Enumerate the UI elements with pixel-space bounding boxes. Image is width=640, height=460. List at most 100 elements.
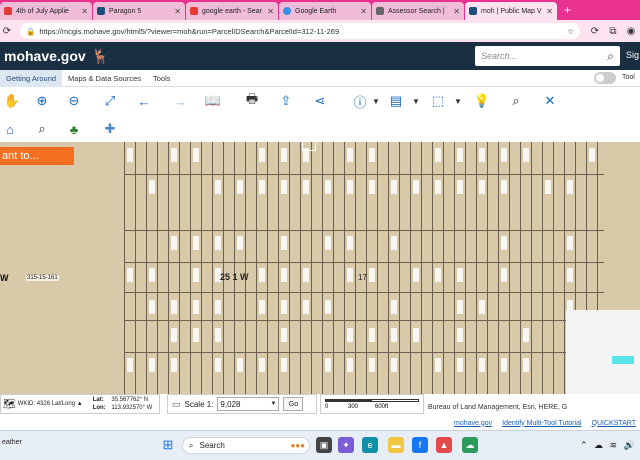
measure-dropdown-icon[interactable]: ▼ <box>406 91 426 111</box>
export-icon[interactable]: ⇪ <box>276 91 296 111</box>
parcel-id-label <box>281 268 287 282</box>
site-header: mohave.gov 🦌 Search... ⌕ Sig <box>0 42 640 70</box>
mohave-gov-link[interactable]: mohave.gov <box>454 420 492 427</box>
parcel-id-label <box>215 328 221 342</box>
clear-icon[interactable]: ✕ <box>540 91 560 111</box>
plus-move-icon[interactable]: ✚ <box>100 119 120 139</box>
tab-close-icon[interactable]: ✕ <box>360 7 367 16</box>
parcel-column <box>245 142 256 394</box>
parcel-id-label <box>171 358 177 372</box>
i-want-to-button[interactable]: ant to... <box>0 147 74 165</box>
measure-icon[interactable]: ▤ <box>386 91 406 111</box>
overview-panel[interactable] <box>566 310 640 394</box>
parcel-id-label <box>369 268 375 282</box>
tab-tools[interactable]: Tools <box>147 70 177 87</box>
find-icon[interactable]: ⌕ <box>506 91 526 111</box>
left-parcel-label: 315-15-161 <box>26 275 59 281</box>
parcel-id-label <box>303 268 309 282</box>
parcel-id-label <box>127 358 133 372</box>
pan-hand-icon[interactable]: ✋ <box>2 91 22 111</box>
copilot-icon[interactable]: ✦ <box>338 437 354 453</box>
photos-icon[interactable]: ▲ <box>436 437 452 453</box>
overview-extent[interactable] <box>612 356 634 364</box>
parcel-id-label <box>457 300 463 314</box>
select-icon[interactable]: ⬚ <box>428 91 448 111</box>
tab-close-icon[interactable]: ✕ <box>174 7 181 16</box>
township-label: 25 1 W <box>220 272 249 282</box>
parcel-row-line <box>124 230 604 231</box>
tree-icon[interactable]: ♣ <box>64 119 84 139</box>
profile-icon[interactable]: ◉ <box>622 26 640 37</box>
app-icon[interactable]: ☁ <box>462 437 478 453</box>
zoom-in-icon[interactable]: ⊕ <box>32 91 52 111</box>
next-extent-icon[interactable]: → <box>170 91 190 111</box>
full-extent-icon[interactable]: ⤢ <box>100 91 120 111</box>
browser-tab[interactable]: 4th of July Applie ✕ <box>0 2 92 20</box>
star-icon[interactable]: ☆ <box>567 27 574 36</box>
parcel-id-label <box>215 300 221 314</box>
parcel-id-label <box>259 268 265 282</box>
tab-close-icon[interactable]: ✕ <box>546 7 553 16</box>
bookmarks-icon[interactable]: 📖 <box>203 91 223 111</box>
previous-extent-icon[interactable]: ← <box>134 91 154 111</box>
parcel-id-label <box>501 180 507 194</box>
browser-tab[interactable]: Paragon 5 ✕ <box>93 2 185 20</box>
system-tray[interactable]: ⌃ ☁ ≋ 🔊 <box>580 440 637 451</box>
parcel-id-label <box>501 358 507 372</box>
quickstart-link[interactable]: QUICKSTART <box>592 420 636 427</box>
selected-parcel-outline[interactable] <box>302 121 316 151</box>
parcel-id-label <box>237 236 243 250</box>
parcel-id-label <box>347 358 353 372</box>
parcel-column <box>421 142 432 394</box>
share-icon[interactable]: ⋖ <box>310 91 330 111</box>
edge-icon[interactable]: e <box>362 437 378 453</box>
parcel-id-label <box>391 180 397 194</box>
parcel-id-label <box>391 328 397 342</box>
section-label: 17 <box>358 273 367 282</box>
weather-widget[interactable]: eather <box>2 439 22 446</box>
scale-input[interactable]: 9,028 ▼ <box>217 397 279 411</box>
identify-dropdown-icon[interactable]: ▼ <box>366 91 386 111</box>
site-logo[interactable]: mohave.gov <box>4 48 86 64</box>
collections-icon[interactable]: ⧉ <box>604 26 622 37</box>
site-search-input[interactable]: Search... ⌕ <box>475 46 620 66</box>
zoom-out-icon[interactable]: ⊖ <box>64 91 84 111</box>
file-explorer-icon[interactable]: ▬ <box>388 437 404 453</box>
tab-getting-around[interactable]: Getting Around <box>0 70 62 87</box>
home-tool-icon[interactable]: ⌂ <box>0 119 20 139</box>
parcel-id-label <box>281 148 287 162</box>
parcel-id-label <box>501 236 507 250</box>
parcel-id-label <box>193 148 199 162</box>
search-icon[interactable]: ⌕ <box>607 49 614 64</box>
sign-in-link[interactable]: Sig <box>626 50 639 60</box>
extensions-icon[interactable]: ⟳ <box>586 26 604 37</box>
taskbar-search[interactable]: ⌕ Search ●●● <box>182 437 310 454</box>
print-icon[interactable]: 🖶 <box>242 91 262 111</box>
browser-tab[interactable]: google earth - Sear ✕ <box>186 2 278 20</box>
tool-toggle[interactable] <box>594 72 616 84</box>
browser-tab-active[interactable]: moh | Public Map V ✕ <box>465 2 557 20</box>
parcel-column <box>333 142 344 394</box>
zoom-window-icon[interactable]: ⌕ <box>32 119 52 139</box>
browser-tab[interactable]: Assessor Search | ✕ <box>372 2 464 20</box>
identify-tutorial-link[interactable]: Identify Multi-Tool Tutorial <box>502 420 581 427</box>
tab-close-icon[interactable]: ✕ <box>453 7 460 16</box>
windows-start-icon[interactable]: ⊞ <box>160 437 176 453</box>
scale-go-button[interactable]: Go <box>283 397 303 411</box>
reload-icon[interactable]: ⟳ <box>0 26 14 37</box>
parcel-column <box>553 142 564 394</box>
map-canvas[interactable] <box>0 142 640 394</box>
parcel-column <box>355 142 366 394</box>
facebook-icon[interactable]: f <box>412 437 428 453</box>
task-view-icon[interactable]: ▣ <box>316 437 332 453</box>
tab-close-icon[interactable]: ✕ <box>267 7 274 16</box>
url-field[interactable]: 🔒 https://mcgis.mohave.gov/html5/?viewer=… <box>20 23 580 39</box>
browser-tab[interactable]: Google Earth ✕ <box>279 2 371 20</box>
new-tab-button[interactable]: + <box>564 3 571 17</box>
select-dropdown-icon[interactable]: ▼ <box>448 91 468 111</box>
parcel-id-label <box>457 328 463 342</box>
tab-maps-data-sources[interactable]: Maps & Data Sources <box>62 70 147 87</box>
tab-close-icon[interactable]: ✕ <box>81 7 88 16</box>
parcel-id-label <box>369 328 375 342</box>
lightbulb-icon[interactable]: 💡 <box>472 91 492 111</box>
